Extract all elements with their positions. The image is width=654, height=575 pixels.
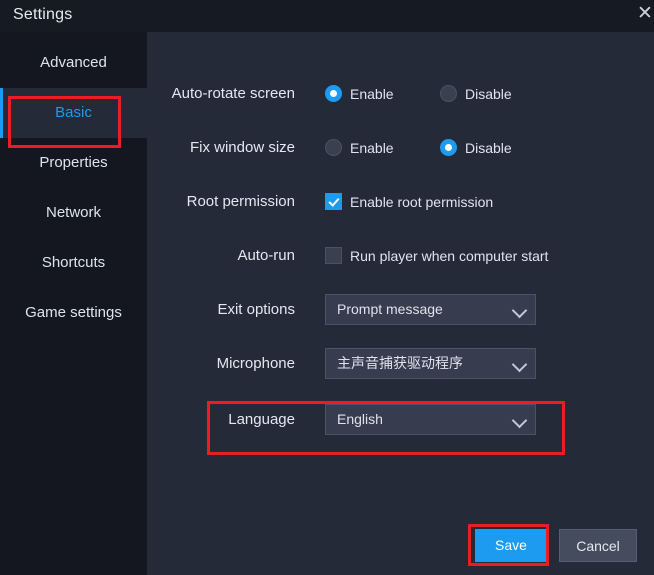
- sidebar-item-shortcuts[interactable]: Shortcuts: [0, 238, 147, 288]
- row-root-permission: Root permission Enable root permission: [147, 182, 654, 222]
- radio-dot-icon: [440, 85, 457, 102]
- save-button-label: Save: [495, 537, 527, 553]
- radio-label: Enable: [350, 140, 394, 156]
- row-label: Auto-run: [237, 247, 295, 264]
- sidebar-item-label: Network: [45, 204, 101, 221]
- row-auto-rotate-screen: Auto-rotate screen Enable Disable: [147, 74, 654, 114]
- radio-dot-icon: [325, 139, 342, 156]
- chevron-down-icon: [514, 359, 526, 371]
- sidebar-item-advanced[interactable]: Advanced: [0, 38, 147, 88]
- row-label: Exit options: [217, 301, 295, 318]
- row-language: Language English: [147, 400, 654, 440]
- cancel-button-label: Cancel: [576, 538, 620, 554]
- content-panel: Auto-rotate screen Enable Disable Fix wi…: [147, 32, 654, 575]
- cancel-button[interactable]: Cancel: [559, 529, 637, 562]
- exit-options-select[interactable]: Prompt message: [325, 294, 536, 325]
- row-label: Microphone: [216, 355, 295, 372]
- settings-window: Settings ✕ Advanced Basic Properties Net…: [0, 0, 654, 575]
- sidebar-item-game-settings[interactable]: Game settings: [0, 288, 147, 338]
- sidebar-item-network[interactable]: Network: [0, 188, 147, 238]
- radio-label: Disable: [465, 140, 512, 156]
- checkbox-label: Run player when computer start: [350, 248, 549, 264]
- checkbox-box-icon: [325, 247, 342, 264]
- sidebar: Advanced Basic Properties Network Shortc…: [0, 32, 147, 575]
- row-exit-options: Exit options Prompt message: [147, 290, 654, 330]
- close-icon[interactable]: ✕: [634, 3, 654, 25]
- sidebar-item-label: Game settings: [25, 304, 122, 321]
- row-fix-window-size: Fix window size Enable Disable: [147, 128, 654, 168]
- sidebar-item-label: Shortcuts: [41, 254, 106, 271]
- select-value: 主声音捕获驱动程序: [337, 355, 463, 371]
- language-select[interactable]: English: [325, 404, 536, 435]
- chevron-down-icon: [514, 305, 526, 317]
- checkbox-label: Enable root permission: [350, 194, 494, 210]
- save-button[interactable]: Save: [475, 529, 547, 562]
- row-auto-run: Auto-run Run player when computer start: [147, 236, 654, 276]
- select-value: Prompt message: [337, 301, 443, 317]
- checkbox-check-icon: [325, 193, 342, 210]
- select-value: English: [337, 411, 383, 427]
- sidebar-item-label: Properties: [39, 154, 108, 171]
- sidebar-item-properties[interactable]: Properties: [0, 138, 147, 188]
- sidebar-item-basic[interactable]: Basic: [0, 88, 147, 138]
- sidebar-item-label: Basic: [55, 104, 92, 121]
- active-accent-bar: [0, 88, 3, 138]
- row-microphone: Microphone 主声音捕获驱动程序: [147, 344, 654, 384]
- row-label: Root permission: [186, 193, 295, 210]
- row-label: Language: [228, 411, 295, 428]
- row-label: Fix window size: [189, 139, 295, 156]
- row-label: Auto-rotate screen: [171, 85, 295, 102]
- radio-label: Disable: [465, 86, 512, 102]
- radio-dot-icon: [325, 85, 342, 102]
- title-bar: Settings ✕: [0, 0, 654, 32]
- window-title: Settings: [13, 6, 73, 23]
- radio-dot-icon: [440, 139, 457, 156]
- sidebar-item-label: Advanced: [40, 54, 107, 71]
- microphone-select[interactable]: 主声音捕获驱动程序: [325, 348, 536, 379]
- radio-label: Enable: [350, 86, 394, 102]
- chevron-down-icon: [514, 415, 526, 427]
